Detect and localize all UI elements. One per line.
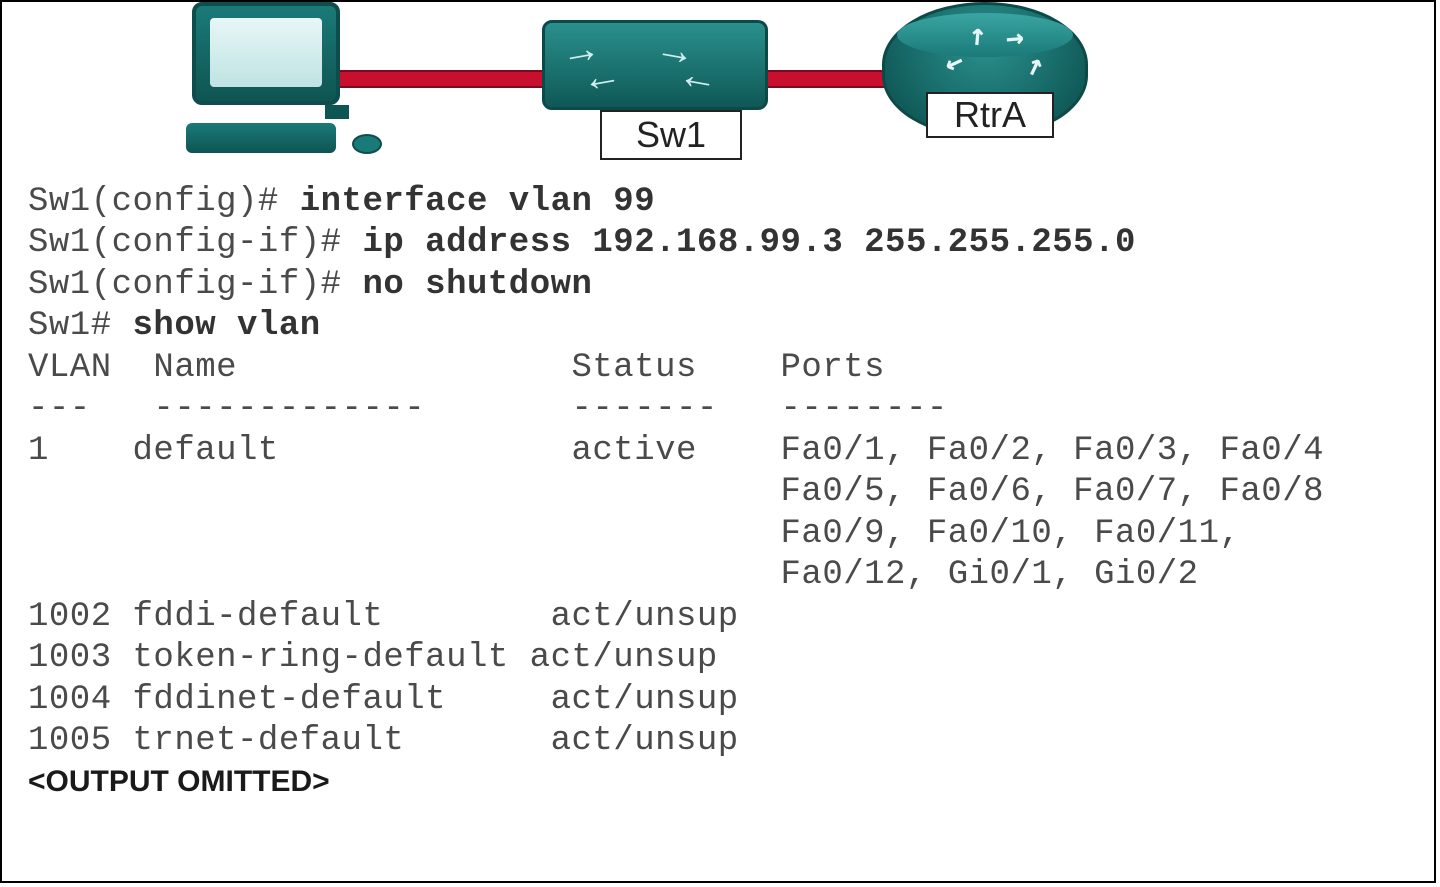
switch-body: → → → → xyxy=(542,20,768,110)
network-topology: → → → → Sw1 ↗ ↗ ↗ ↗ RtrA xyxy=(2,2,1434,182)
cmd-no-shutdown: no shutdown xyxy=(342,266,593,304)
arrow-icon: ↗ xyxy=(1019,45,1049,86)
stand-icon xyxy=(325,105,349,119)
prompt: Sw1(config)# xyxy=(28,183,279,221)
arrow-icon: → xyxy=(587,61,618,109)
vlan-row: Fa0/12, Gi0/1, Gi0/2 xyxy=(28,556,1199,594)
router-label: RtrA xyxy=(926,92,1054,138)
vlan-row: 1004 fddinet-default act/unsup xyxy=(28,681,739,719)
switch-icon: → → → → Sw1 xyxy=(542,20,768,110)
screen-icon xyxy=(210,18,322,87)
keyboard-icon xyxy=(186,123,336,153)
vlan-row: 1002 fddi-default act/unsup xyxy=(28,598,739,636)
arrow-icon: → xyxy=(659,29,690,77)
pc-icon xyxy=(182,2,332,153)
arrow-icon: ↗ xyxy=(939,45,969,86)
vlan-row: 1 default active Fa0/1, Fa0/2, Fa0/3, Fa… xyxy=(28,432,1324,470)
prompt: Sw1# xyxy=(28,307,112,345)
vlan-header: VLAN Name Status Ports xyxy=(28,349,885,387)
cmd-ip-address: ip address 192.168.99.3 255.255.255.0 xyxy=(342,224,1136,262)
monitor-icon xyxy=(192,2,340,105)
cmd-show-vlan: show vlan xyxy=(112,307,321,345)
vlan-row: 1003 token-ring-default act/unsup xyxy=(28,639,718,677)
vlan-row: Fa0/9, Fa0/10, Fa0/11, xyxy=(28,515,1240,553)
prompt: Sw1(config-if)# xyxy=(28,266,342,304)
vlan-separator: --- ------------- ------- -------- xyxy=(28,390,948,428)
switch-label: Sw1 xyxy=(600,110,742,160)
exhibit-frame: → → → → Sw1 ↗ ↗ ↗ ↗ RtrA Sw1(config)# in… xyxy=(0,0,1436,883)
mouse-icon xyxy=(352,134,382,154)
arrow-icon: → xyxy=(681,61,712,109)
router-top: ↗ ↗ ↗ ↗ xyxy=(897,13,1073,57)
output-omitted: <OUTPUT OMITTED> xyxy=(28,765,330,798)
cli-output: Sw1(config)# interface vlan 99 Sw1(confi… xyxy=(2,182,1434,812)
cmd-interface-vlan: interface vlan 99 xyxy=(279,183,655,221)
prompt: Sw1(config-if)# xyxy=(28,224,342,262)
router-icon: ↗ ↗ ↗ ↗ RtrA xyxy=(882,2,1088,138)
vlan-row: 1005 trnet-default act/unsup xyxy=(28,722,739,760)
vlan-row: Fa0/5, Fa0/6, Fa0/7, Fa0/8 xyxy=(28,473,1324,511)
